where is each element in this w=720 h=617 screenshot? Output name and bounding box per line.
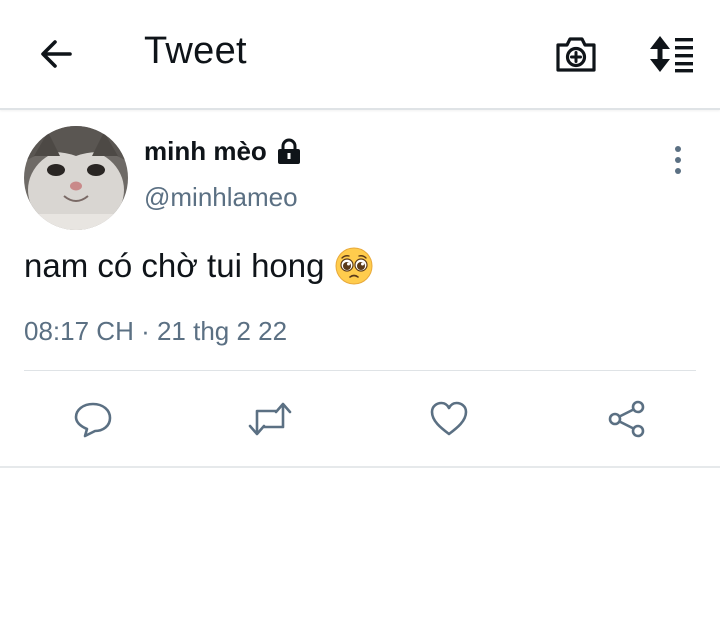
reply-bubble-icon bbox=[74, 402, 112, 438]
retweet-icon bbox=[248, 402, 292, 436]
pleading-face-emoji bbox=[334, 246, 374, 286]
author-name-row[interactable]: minh mèo bbox=[144, 136, 303, 167]
tweet-text: nam có chờ tui hong bbox=[24, 246, 374, 286]
display-name: minh mèo bbox=[144, 136, 267, 166]
camera-plus-icon bbox=[556, 37, 596, 72]
divider bbox=[24, 370, 696, 371]
cat-avatar bbox=[24, 126, 128, 230]
back-button[interactable] bbox=[28, 28, 84, 80]
retweet-button[interactable] bbox=[247, 396, 293, 442]
lock-icon bbox=[275, 138, 303, 166]
tweet-actions-bar bbox=[0, 382, 720, 454]
top-app-bar: Tweet bbox=[0, 0, 720, 110]
username-handle[interactable]: @minhlameo bbox=[144, 182, 298, 213]
sort-button[interactable] bbox=[644, 28, 700, 80]
share-icon bbox=[608, 400, 645, 438]
tweet-timestamp[interactable]: 08:17 CH · 21 thg 2 22 bbox=[24, 316, 287, 347]
tweet-detail: minh mèo @minhlameo nam có chờ tui hong bbox=[0, 112, 720, 468]
camera-button[interactable] bbox=[550, 28, 602, 80]
like-button[interactable] bbox=[426, 396, 472, 442]
share-button[interactable] bbox=[604, 396, 650, 442]
more-options-button[interactable] bbox=[660, 142, 696, 178]
arrow-left-icon bbox=[41, 40, 72, 68]
heart-icon bbox=[430, 401, 468, 436]
more-vertical-icon bbox=[675, 146, 681, 174]
reply-button[interactable] bbox=[70, 396, 116, 442]
tweet-body: nam có chờ tui hong bbox=[24, 247, 325, 284]
avatar[interactable] bbox=[24, 126, 128, 230]
sort-list-icon bbox=[650, 36, 693, 73]
page-title: Tweet bbox=[144, 30, 247, 72]
